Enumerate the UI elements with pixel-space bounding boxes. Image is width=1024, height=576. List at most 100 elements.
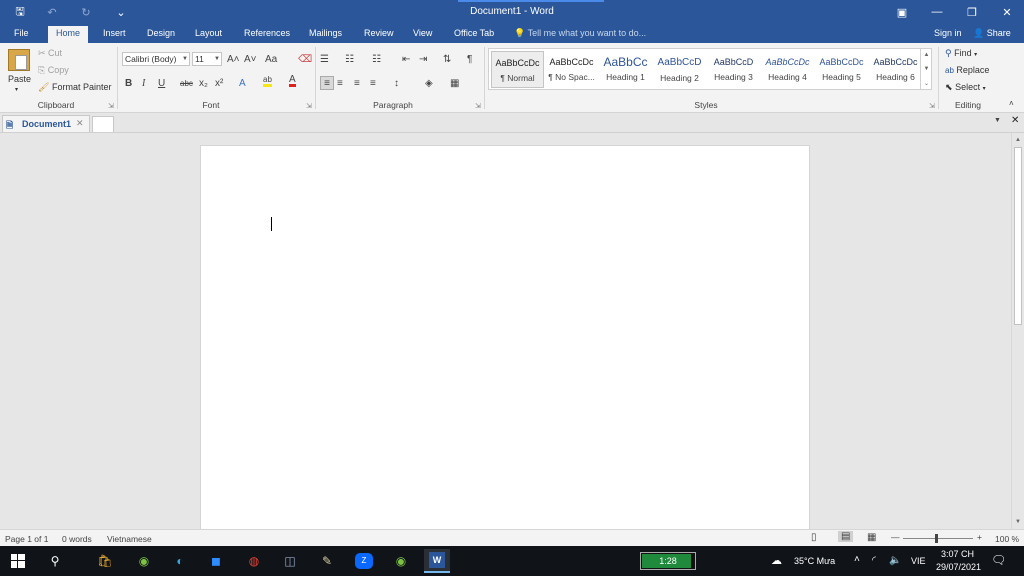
store-icon[interactable]: 🛍 xyxy=(92,549,118,573)
tab-review[interactable]: Review xyxy=(356,26,402,43)
tab-mailings[interactable]: Mailings xyxy=(301,26,350,43)
tab-view[interactable]: View xyxy=(405,26,440,43)
page-count[interactable]: Page 1 of 1 xyxy=(5,534,48,544)
style-normal[interactable]: AaBbCcDc ¶ Normal xyxy=(491,51,544,88)
numbering-icon[interactable]: ☷ xyxy=(345,52,354,66)
paste-dropdown-icon[interactable]: ▾ xyxy=(15,86,18,93)
style-heading-1[interactable]: AaBbCc Heading 1 xyxy=(599,51,652,88)
tab-layout[interactable]: Layout xyxy=(187,26,230,43)
borders-icon[interactable]: ▦ xyxy=(450,76,459,90)
clipboard-launcher-icon[interactable]: ⇲ xyxy=(108,102,114,110)
show-formatting-marks-icon[interactable]: ¶ xyxy=(467,52,472,66)
tab-insert[interactable]: Insert xyxy=(95,26,134,43)
styles-launcher-icon[interactable]: ⇲ xyxy=(929,102,935,110)
speaker-icon[interactable]: 🔈 xyxy=(889,555,901,566)
paste-icon[interactable] xyxy=(8,49,30,71)
gallery-up-icon[interactable]: ▲ xyxy=(920,48,932,62)
web-layout-icon[interactable]: ▦ xyxy=(867,532,876,543)
undo-icon[interactable]: ↶ xyxy=(40,0,64,24)
style-no-spacing[interactable]: AaBbCcDc ¶ No Spac... xyxy=(545,51,598,88)
document-tab[interactable]: 🗎 Document1 ✕ xyxy=(2,115,90,132)
replace-button[interactable]: ab Replace xyxy=(945,65,989,75)
camera-icon[interactable]: ◫ xyxy=(277,549,303,573)
weather-text[interactable]: 35°C Mưa xyxy=(794,556,835,566)
align-center-button[interactable]: ≡ xyxy=(337,76,343,90)
sort-icon[interactable]: ⇅ xyxy=(443,52,451,66)
tab-design[interactable]: Design xyxy=(139,26,183,43)
clock-time[interactable]: 3:07 CH xyxy=(941,549,974,559)
superscript-button[interactable]: x² xyxy=(215,76,223,90)
notifications-icon[interactable]: 🗨 xyxy=(991,553,1006,567)
grow-font-icon[interactable]: A˄ xyxy=(227,52,240,66)
decrease-indent-icon[interactable]: ⇤ xyxy=(402,52,410,66)
font-color-icon[interactable]: A xyxy=(289,74,296,87)
share-button[interactable]: 👤 Share xyxy=(973,28,1011,39)
tab-file[interactable]: File xyxy=(6,26,37,43)
edge-icon[interactable]: ◐ xyxy=(167,549,193,573)
chevron-up-icon[interactable]: ˄ xyxy=(854,554,860,565)
justify-button[interactable]: ≡ xyxy=(370,76,376,90)
tool-icon[interactable]: ✎ xyxy=(314,549,340,573)
tab-home[interactable]: Home xyxy=(48,26,89,43)
app-green-icon[interactable]: ◉ xyxy=(131,549,157,573)
font-size-combo[interactable]: 11 ▼ xyxy=(192,52,222,66)
line-spacing-icon[interactable]: ↕ xyxy=(394,76,399,90)
wifi-icon[interactable]: ◜ xyxy=(872,555,876,566)
start-button[interactable] xyxy=(5,549,31,573)
paragraph-launcher-icon[interactable]: ⇲ xyxy=(475,102,481,110)
tab-list-dropdown-icon[interactable]: ▼ xyxy=(994,117,1001,124)
document-page[interactable] xyxy=(200,145,810,529)
text-effects-icon[interactable]: A xyxy=(239,76,246,90)
read-mode-icon[interactable]: ▯ xyxy=(811,532,817,543)
multilevel-list-icon[interactable]: ☷ xyxy=(372,52,381,66)
print-layout-icon[interactable]: ▤ xyxy=(838,531,854,542)
chrome-icon[interactable]: ◍ xyxy=(241,549,267,573)
zalo-icon[interactable]: Z xyxy=(351,549,377,573)
minimize-button[interactable]: — xyxy=(920,0,954,24)
ribbon-display-options-button[interactable]: ▣ xyxy=(885,0,919,24)
zoom-level[interactable]: 100 % xyxy=(995,534,1019,544)
clear-formatting-icon[interactable]: ⌫ xyxy=(298,52,312,66)
strikethrough-button[interactable]: abc xyxy=(180,76,193,90)
style-heading-6[interactable]: AaBbCcDc Heading 6 xyxy=(869,51,922,88)
align-right-button[interactable]: ≡ xyxy=(354,76,360,90)
style-heading-5[interactable]: AaBbCcDc Heading 5 xyxy=(815,51,868,88)
close-tab-icon[interactable]: ✕ xyxy=(76,118,84,129)
input-language[interactable]: VIE xyxy=(911,556,926,566)
style-heading-2[interactable]: AaBbCcD Heading 2 xyxy=(653,51,706,88)
search-icon[interactable]: ⚲ xyxy=(42,549,68,573)
zoom-slider-thumb[interactable] xyxy=(935,534,938,543)
word-count[interactable]: 0 words xyxy=(62,534,92,544)
scroll-down-icon[interactable]: ▼ xyxy=(1012,516,1024,528)
subscript-button[interactable]: x₂ xyxy=(199,76,208,90)
app-green2-icon[interactable]: ◉ xyxy=(388,549,414,573)
word-icon[interactable]: W xyxy=(424,549,450,573)
close-button[interactable]: ✕ xyxy=(990,0,1024,24)
highlight-color-icon[interactable]: ab xyxy=(263,74,272,87)
style-heading-3[interactable]: AaBbCcD Heading 3 xyxy=(707,51,760,88)
close-all-tabs-icon[interactable]: ✕ xyxy=(1011,115,1019,126)
italic-button[interactable]: I xyxy=(142,76,145,90)
customize-quick-access-icon[interactable]: ⌄ xyxy=(109,0,133,24)
increase-indent-icon[interactable]: ⇥ xyxy=(419,52,427,66)
weather-icon[interactable]: ☁ xyxy=(771,554,782,567)
gallery-more-icon[interactable]: ⌄ xyxy=(920,76,932,90)
style-heading-4[interactable]: AaBbCcDc Heading 4 xyxy=(761,51,814,88)
language-indicator[interactable]: Vietnamese xyxy=(107,534,152,544)
scroll-up-icon[interactable]: ▲ xyxy=(1012,134,1024,146)
scrollbar-thumb[interactable] xyxy=(1014,147,1022,325)
restore-button[interactable]: ❐ xyxy=(955,0,989,24)
zoom-out-icon[interactable]: — xyxy=(891,532,900,542)
zoom-icon[interactable]: ◼ xyxy=(203,549,229,573)
font-launcher-icon[interactable]: ⇲ xyxy=(306,102,312,110)
format-painter-button[interactable]: 🖌 Format Painter xyxy=(38,82,111,93)
redo-icon[interactable]: ↻ xyxy=(74,0,98,24)
tab-references[interactable]: References xyxy=(236,26,298,43)
change-case-icon[interactable]: Aa xyxy=(265,52,277,66)
save-icon[interactable]: 🖫 xyxy=(8,0,32,24)
tell-me-search[interactable]: 💡 Tell me what you want to do... xyxy=(514,28,646,39)
gallery-down-icon[interactable]: ▼ xyxy=(920,62,932,76)
vertical-scrollbar[interactable]: ▲ ▼ xyxy=(1011,133,1024,529)
zoom-slider[interactable] xyxy=(903,538,973,539)
bullets-icon[interactable]: ☰ xyxy=(320,52,329,66)
